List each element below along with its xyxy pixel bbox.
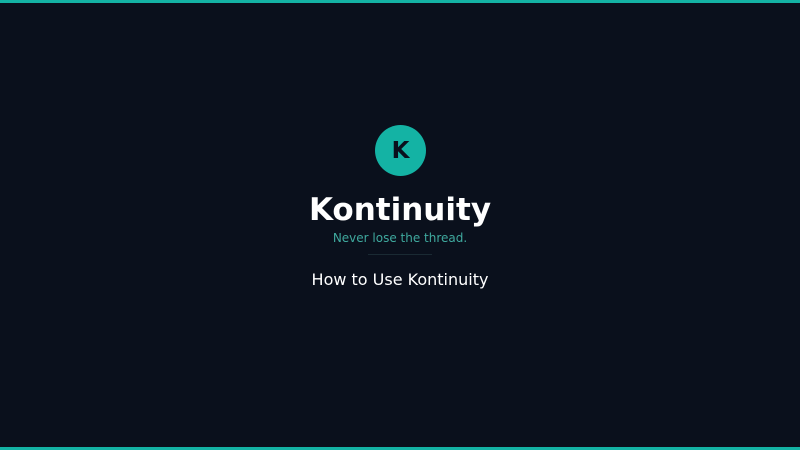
logo-letter: K [391,137,410,164]
slide-subtitle: How to Use Kontinuity [311,270,489,289]
title-slide: K Kontinuity Never lose the thread. How … [0,0,800,450]
brand-logo-icon: K [375,125,426,176]
divider [368,254,432,255]
brand-tagline: Never lose the thread. [332,231,468,245]
brand-title: Kontinuity [308,192,492,228]
